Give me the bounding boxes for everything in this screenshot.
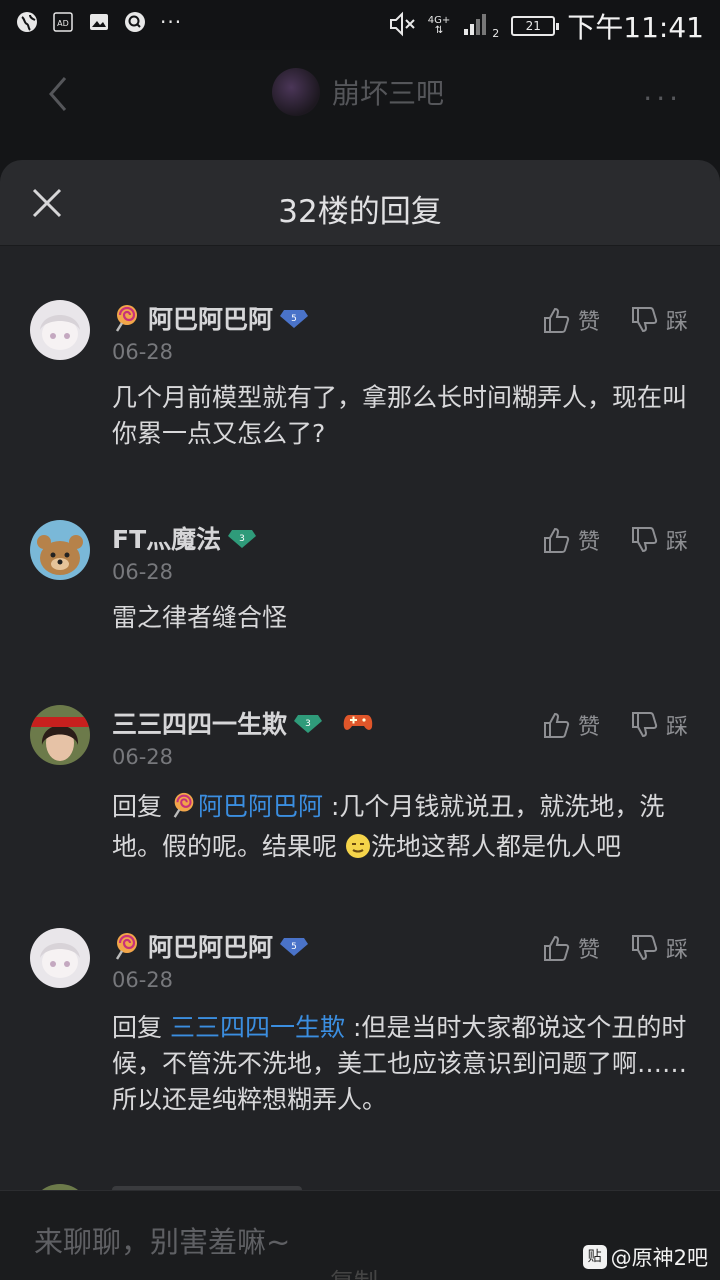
avatar[interactable]: [30, 520, 90, 580]
reply-text[interactable]: 几个月前模型就有了，拿那么长时间糊弄人，现在叫你累一点又怎么了?: [112, 380, 692, 452]
sheet-header: 32楼的回复: [0, 160, 720, 246]
like-label: 赞: [578, 938, 601, 963]
level-badge: 3: [293, 711, 323, 735]
forum-avatar: [272, 68, 320, 116]
like-label: 赞: [578, 715, 601, 740]
globe-icon: [16, 11, 38, 33]
username[interactable]: 阿巴阿巴阿: [148, 300, 273, 336]
clock: 下午11:41: [567, 11, 704, 44]
status-bar: AD ··· 4G+ ⇅ 2 21 下午11:41: [0, 0, 720, 50]
like-button[interactable]: 赞: [542, 524, 600, 556]
more-options-icon[interactable]: ···: [643, 82, 682, 115]
thumbs-up-icon: [544, 712, 570, 738]
level-number: 5: [291, 942, 297, 952]
back-arrow-icon[interactable]: [38, 72, 82, 116]
like-button[interactable]: 赞: [542, 932, 600, 964]
mention-link[interactable]: 阿巴阿巴阿: [198, 792, 323, 821]
reply-prefix: 回复: [112, 792, 163, 821]
like-label: 赞: [578, 530, 601, 555]
reply-date: 06-28: [112, 968, 174, 992]
gamepad-icon: [343, 709, 373, 737]
comment-input[interactable]: 来聊聊，别害羞嘛~: [34, 1219, 290, 1261]
mute-icon: [388, 11, 416, 41]
network-type: 4G+ ⇅: [428, 16, 451, 36]
forum-title[interactable]: 崩坏三吧: [272, 68, 444, 116]
thumbs-down-icon: [632, 712, 658, 738]
username-row: FT灬魔法 3: [112, 520, 257, 556]
lollipop-icon: [170, 791, 198, 829]
reply-date: 06-28: [112, 745, 174, 769]
dislike-label: 踩: [666, 715, 689, 740]
ad-icon: AD: [52, 11, 74, 33]
level-badge: 5: [279, 306, 309, 330]
level-badge: 5: [279, 934, 309, 958]
data-arrows-icon: ⇅: [434, 25, 444, 36]
reply-date: 06-28: [112, 340, 174, 364]
thumbs-down-icon: [632, 527, 658, 553]
battery-indicator: 21: [511, 16, 560, 36]
username[interactable]: 阿巴阿巴阿: [148, 928, 273, 964]
level-number: 3: [239, 534, 245, 544]
username[interactable]: 三三四四一生欺: [112, 705, 287, 741]
forum-nav-bar: 崩坏三吧 ···: [0, 50, 720, 160]
thumbs-up-icon: [544, 527, 570, 553]
avatar[interactable]: [30, 705, 90, 765]
dislike-label: 踩: [666, 938, 689, 963]
signal-icon: [462, 11, 492, 41]
thumbs-down-icon: [632, 935, 658, 961]
dislike-button[interactable]: 踩: [630, 709, 688, 741]
lollipop-icon: [112, 931, 142, 961]
copy-hint: 复制: [330, 1262, 378, 1280]
sim-slot: 2: [492, 26, 500, 40]
avatar[interactable]: [30, 928, 90, 988]
thumbs-up-icon: [544, 307, 570, 333]
dislike-label: 踩: [666, 530, 689, 555]
emoji-icon: [345, 833, 371, 869]
more-notifications-icon: ···: [160, 10, 183, 34]
forum-name: 崩坏三吧: [332, 77, 445, 110]
level-number: 5: [291, 314, 297, 324]
reply-text[interactable]: 回复 阿巴阿巴阿 :几个月钱就说丑，就洗地，洗地。假的呢。结果呢 洗地这帮人都是…: [112, 789, 692, 869]
reply-text[interactable]: 雷之律者缝合怪: [112, 600, 692, 636]
username[interactable]: FT灬魔法: [112, 520, 221, 556]
dislike-button[interactable]: 踩: [630, 932, 688, 964]
username-row: 阿巴阿巴阿 5: [112, 928, 309, 964]
svg-text:AD: AD: [57, 19, 69, 28]
dislike-button[interactable]: 踩: [630, 304, 688, 336]
reply-date: 06-28: [112, 560, 174, 584]
sheet-title: 32楼的回复: [278, 194, 442, 230]
reply-prefix: 回复: [112, 1013, 163, 1042]
like-button[interactable]: 赞: [542, 304, 600, 336]
reply-sheet: 32楼的回复 阿巴阿巴阿 5 06-28 几个月前模型就有了，拿那么长时间糊弄人…: [0, 160, 720, 1280]
watermark-text: @原神2吧: [610, 1246, 708, 1270]
mention-link[interactable]: 三三四四一生欺: [170, 1013, 345, 1042]
username-row: 三三四四一生欺 3: [112, 705, 373, 741]
dislike-label: 踩: [666, 310, 689, 335]
like-label: 赞: [578, 310, 601, 335]
level-number: 3: [305, 719, 311, 729]
like-button[interactable]: 赞: [542, 709, 600, 741]
watermark: 贴 @原神2吧: [582, 1242, 708, 1272]
reply-text[interactable]: 回复 三三四四一生欺 :但是当时大家都说这个丑的时候，不管洗不洗地，美工也应该意…: [112, 1010, 692, 1118]
image-icon: [88, 11, 110, 33]
dislike-button[interactable]: 踩: [630, 524, 688, 556]
battery-level: 21: [525, 19, 541, 33]
username-row: 阿巴阿巴阿 5: [112, 300, 309, 336]
lollipop-icon: [112, 303, 142, 333]
thumbs-up-icon: [544, 935, 570, 961]
thumbs-down-icon: [632, 307, 658, 333]
avatar[interactable]: [30, 300, 90, 360]
reply-text-part: 洗地这帮人都是仇人吧: [370, 832, 621, 861]
level-badge: 3: [227, 526, 257, 550]
search-app-icon: [124, 11, 146, 33]
tieba-logo-icon: 贴: [582, 1245, 607, 1269]
